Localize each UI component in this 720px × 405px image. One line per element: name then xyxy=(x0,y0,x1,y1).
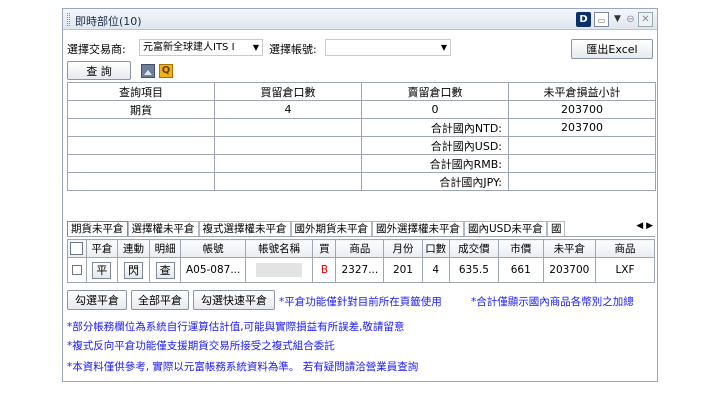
positions-grid: 平倉 連動 明細 帳號 帳號名稱 買 商品 月份 口數 成交價 市價 未平倉 商… xyxy=(67,239,655,283)
summary-header: 未平倉損益小計 xyxy=(508,82,656,101)
title-bar[interactable]: 即時部位(10) D ▭ ▼ ⊖ ✕ xyxy=(63,9,657,30)
table-row[interactable]: 平 閃 查 A05-087... B 2327... 201 4 635.5 6… xyxy=(67,257,655,283)
grid-header[interactable]: 口數 xyxy=(421,239,450,258)
unrealized-cell: 203700 xyxy=(542,257,597,283)
detail-button[interactable]: 查 xyxy=(155,261,175,279)
summary-sell: 0 xyxy=(361,100,509,119)
document-icon[interactable]: ▭ xyxy=(594,12,609,27)
grid-header[interactable]: 商品 xyxy=(335,239,385,258)
total-value xyxy=(508,154,656,173)
select-all-header[interactable] xyxy=(67,239,87,258)
account-name-cell xyxy=(244,257,314,283)
grid-header[interactable]: 買 xyxy=(312,239,337,258)
grid-header[interactable]: 未平倉 xyxy=(542,239,597,258)
grid-header[interactable]: 明細 xyxy=(148,239,182,258)
d-icon[interactable]: D xyxy=(576,12,591,27)
side-cell: B xyxy=(312,257,337,283)
note-complex: *複式反向平倉功能僅支援期貨交易所接受之複式組合委託 xyxy=(67,340,335,352)
summary-table: 查詢項目 買留倉口數 賣留倉口數 未平倉損益小計 期貨 4 0 203700 合… xyxy=(67,82,656,191)
position-tabs: 期貨未平倉 選擇權未平倉 複式選擇權未平倉 國外期貨未平倉 國外選擇權未平倉 國內USD未… xyxy=(67,221,655,237)
account-select[interactable]: ▼ xyxy=(325,39,451,56)
image-icon[interactable] xyxy=(141,64,155,78)
tab-foreign-options[interactable]: 國外選擇權未平倉 xyxy=(372,221,464,236)
month-cell: 201 xyxy=(383,257,423,283)
query-button[interactable]: 查 詢 xyxy=(67,61,131,80)
total-row-rmb: 合計國內RMB: xyxy=(67,154,656,173)
total-label: 合計國內JPY: xyxy=(361,172,509,191)
summary-header: 賣留倉口數 xyxy=(361,82,509,101)
total-value xyxy=(508,172,656,191)
search-icon[interactable]: Q xyxy=(159,64,173,78)
window-title: 即時部位(10) xyxy=(75,15,142,28)
broker-label: 選擇交易商: xyxy=(67,43,126,56)
pin-icon[interactable]: ⊖ xyxy=(623,12,638,27)
row-checkbox[interactable] xyxy=(71,265,82,275)
summary-header-row: 查詢項目 買留倉口數 賣留倉口數 未平倉損益小計 xyxy=(67,82,656,101)
link-button[interactable]: 閃 xyxy=(124,261,143,279)
tab-domestic-usd[interactable]: 國內USD未平倉 xyxy=(464,221,547,236)
grid-header[interactable]: 月份 xyxy=(383,239,423,258)
account-label: 選擇帳號: xyxy=(269,43,317,56)
tab-scroll-arrows[interactable]: ◀ ▶ xyxy=(634,221,655,231)
grid-header-row: 平倉 連動 明細 帳號 帳號名稱 買 商品 月份 口數 成交價 市價 未平倉 商… xyxy=(67,239,655,258)
grip-icon[interactable] xyxy=(67,13,70,26)
total-value xyxy=(508,136,656,155)
tab-futures[interactable]: 期貨未平倉 xyxy=(67,221,128,236)
select-quick-close-button[interactable]: 勾選快速平倉 xyxy=(193,290,275,310)
total-label: 合計國內NTD: xyxy=(361,118,509,137)
total-row-usd: 合計國內USD: xyxy=(67,136,656,155)
summary-row: 期貨 4 0 203700 xyxy=(67,100,656,119)
grid-header[interactable]: 成交價 xyxy=(448,239,499,258)
broker-select[interactable]: 元富新全球建人ITS I​ ▼ xyxy=(139,39,263,56)
broker-select-value: 元富新全球建人ITS I​ xyxy=(143,42,235,53)
close-position-button[interactable]: 平 xyxy=(92,261,112,279)
note-close-scope: *平倉功能僅針對目前所在頁籤使用 xyxy=(279,296,442,308)
total-label: 合計國內RMB: xyxy=(361,154,509,173)
note-estimates: *部分帳務欄位為系統自行運算估計值,可能與實際損益有所誤差,敬請留意 xyxy=(67,321,405,333)
summary-pnl: 203700 xyxy=(508,100,656,119)
select-all-checkbox[interactable] xyxy=(70,242,84,255)
total-row-jpy: 合計國內JPY: xyxy=(67,172,656,191)
positions-window: 即時部位(10) D ▭ ▼ ⊖ ✕ 選擇交易商: 元富新全球建人ITS I​ … xyxy=(62,8,658,382)
summary-header: 買留倉口數 xyxy=(214,82,362,101)
close-all-button[interactable]: 全部平倉 xyxy=(131,290,189,310)
chevron-down-icon: ▼ xyxy=(252,43,259,52)
market-cell: 661 xyxy=(497,257,544,283)
select-close-button[interactable]: 勾選平倉 xyxy=(67,290,127,310)
note-disclaimer: *本資料僅供參考, 實際以元富帳務系統資料為準。 若有疑問請洽營業員查詢 xyxy=(67,361,419,373)
tab-options[interactable]: 選擇權未平倉 xyxy=(127,221,199,236)
note-totals: *合計僅顯示國內商品各幣別之加總 xyxy=(471,296,634,308)
tab-foreign-futures[interactable]: 國外期貨未平倉 xyxy=(290,221,372,236)
grid-header[interactable]: 商品 xyxy=(595,239,655,258)
tab-complex-options[interactable]: 複式選擇權未平倉 xyxy=(198,221,291,236)
product-cell: 2327... xyxy=(335,257,385,283)
chevron-down-icon: ▼ xyxy=(440,43,447,52)
row-select-cell[interactable] xyxy=(67,257,87,283)
grid-header[interactable]: 市價 xyxy=(497,239,544,258)
grid-header[interactable]: 帳號 xyxy=(180,239,246,258)
account-cell: A05-087... xyxy=(180,257,246,283)
close-icon[interactable]: ✕ xyxy=(638,12,653,27)
summary-buy: 4 xyxy=(214,100,362,119)
price-cell: 635.5 xyxy=(448,257,499,283)
qty-cell: 4 xyxy=(421,257,450,283)
grid-header[interactable]: 平倉 xyxy=(85,239,119,258)
total-row-ntd: 合計國內NTD: 203700 xyxy=(67,118,656,137)
grid-header[interactable]: 連動 xyxy=(117,239,150,258)
tab-more[interactable]: 國 xyxy=(546,221,566,236)
symbol-cell: LXF xyxy=(595,257,655,283)
grid-header[interactable]: 帳號名稱 xyxy=(244,239,314,258)
summary-header: 查詢項目 xyxy=(67,82,215,101)
export-excel-button[interactable]: 匯出Excel xyxy=(571,39,653,59)
summary-item: 期貨 xyxy=(67,100,215,119)
total-label: 合計國內USD: xyxy=(361,136,509,155)
redacted-block xyxy=(256,263,303,277)
total-value: 203700 xyxy=(508,118,656,137)
